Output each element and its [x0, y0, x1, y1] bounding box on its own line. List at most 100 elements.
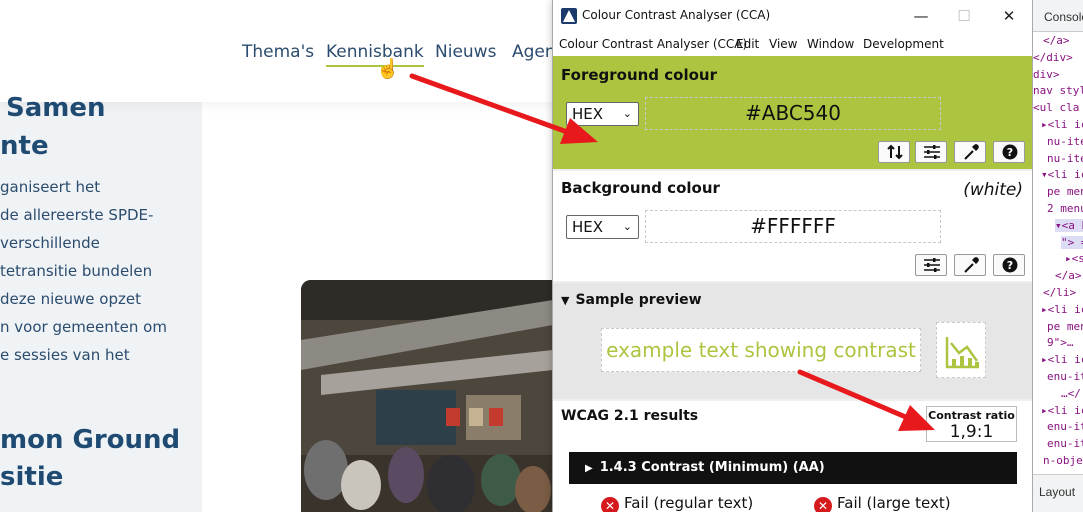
dom-tree-line[interactable]: </div> [1033, 51, 1073, 64]
foreground-panel: Foreground colour HEX ⌄ #ABC540 ? [553, 56, 1032, 169]
dom-tree-line[interactable]: "> = [1061, 235, 1083, 249]
dom-tree-line[interactable]: nav styl [1033, 84, 1083, 97]
dom-tree-line[interactable]: </a> [1055, 269, 1082, 282]
nav-agenda[interactable]: Agen [512, 42, 556, 62]
dom-tree-line[interactable]: enu-it [1047, 420, 1083, 433]
dom-tree-line[interactable]: ▾<a h [1055, 218, 1083, 232]
background-colour-name: (white) [963, 180, 1023, 200]
format-value: HEX [572, 218, 604, 236]
sample-text: example text showing contrast [601, 328, 921, 372]
body-text-line: tetransitie bundelen [0, 262, 153, 280]
dom-tree-line[interactable]: ▸<li ic [1041, 353, 1083, 366]
heading2-line-1: mon Ground [0, 425, 181, 455]
sample-icon-box [936, 322, 986, 378]
fail-icon: ✕ [814, 497, 832, 512]
dom-tree-line[interactable]: enu-it [1047, 437, 1083, 450]
svg-text:?: ? [1007, 259, 1013, 272]
background-title: Background colour [561, 179, 720, 197]
result-regular-label: Fail (regular text) [624, 494, 754, 512]
triangle-right-icon: ▶ [585, 463, 593, 474]
dom-tree-line[interactable]: ▸<li ic [1041, 118, 1083, 131]
foreground-title: Foreground colour [561, 66, 717, 84]
cca-window: Colour Contrast Analyser (CCA) — ☐ ✕ Col… [552, 0, 1033, 512]
devtools-bottom-bar: Layout [1033, 474, 1083, 512]
dom-tree-line[interactable]: pe men [1047, 185, 1083, 198]
sample-preview-title: Sample preview [575, 292, 702, 308]
devtools-tab-bar: Console [1033, 0, 1083, 32]
dom-tree-line[interactable]: nu-ite [1047, 135, 1083, 148]
dom-tree-line[interactable]: 9">… [1047, 336, 1074, 349]
tab-console[interactable]: Console [1044, 10, 1083, 24]
chevron-down-icon: ⌄ [622, 220, 632, 233]
title-bar: Colour Contrast Analyser (CCA) — ☐ ✕ [553, 0, 1032, 32]
body-text-line: deze nieuwe opzet [0, 290, 141, 308]
eyedropper-icon [964, 144, 979, 160]
menu-edit[interactable]: Edit [736, 37, 759, 51]
criterion-1-4-3-toggle[interactable]: ▶ 1.4.3 Contrast (Minimum) (AA) [569, 452, 1017, 484]
hand-cursor-icon: ☝ [376, 59, 400, 80]
body-text-line: n voor gemeenten om [0, 318, 167, 336]
foreground-sliders-button[interactable] [915, 141, 947, 163]
dom-tree-line[interactable]: …</ [1061, 387, 1081, 400]
contrast-ratio-value: 1,9:1 [949, 422, 994, 442]
format-value: HEX [572, 105, 604, 123]
chevron-down-icon: ⌄ [622, 107, 632, 120]
maximize-icon[interactable]: ☐ [949, 5, 979, 27]
background-hex-input[interactable]: #FFFFFF [645, 210, 941, 243]
dom-tree-line[interactable]: ▸<li ic [1041, 404, 1083, 417]
menu-development[interactable]: Development [863, 37, 944, 51]
close-icon[interactable]: ✕ [994, 5, 1024, 27]
help-icon: ? [1002, 257, 1018, 273]
foreground-format-select[interactable]: HEX ⌄ [566, 102, 639, 126]
foreground-help-button[interactable]: ? [993, 141, 1025, 163]
background-sliders-button[interactable] [915, 254, 947, 276]
svg-text:?: ? [1007, 146, 1013, 159]
chart-sample-icon [945, 337, 979, 369]
sample-preview-panel: ▼ Sample preview example text showing con… [553, 283, 1032, 399]
dom-tree-line[interactable]: <ul cla [1033, 101, 1079, 114]
sample-preview-toggle[interactable]: ▼ Sample preview [561, 292, 702, 308]
dom-tree-line[interactable]: ▾<li ic [1041, 168, 1083, 181]
dom-tree-line[interactable]: ▸<li ic [1041, 303, 1083, 316]
help-icon: ? [1002, 144, 1018, 160]
minimize-icon[interactable]: — [906, 5, 936, 27]
dom-tree-line[interactable]: enu-it [1047, 370, 1083, 383]
background-help-button[interactable]: ? [993, 254, 1025, 276]
nav-kennisbank[interactable]: Kennisbank [326, 42, 424, 67]
dom-tree-line[interactable]: 2 menu [1047, 202, 1083, 215]
heading-line-2: nte [0, 131, 49, 161]
sliders-icon [924, 145, 940, 159]
foreground-eyedropper-button[interactable] [954, 141, 986, 163]
nav-nieuws[interactable]: Nieuws [435, 42, 496, 62]
background-panel: Background colour (white) HEX ⌄ #FFFFFF … [553, 171, 1032, 281]
menu-app[interactable]: Colour Contrast Analyser (CCA) [559, 37, 747, 51]
event-photo [301, 280, 553, 512]
body-text-line: e sessies van het [0, 346, 130, 364]
tab-layout[interactable]: Layout [1039, 485, 1075, 499]
fail-icon: ✕ [601, 497, 619, 512]
criterion-label: 1.4.3 Contrast (Minimum) (AA) [599, 460, 825, 475]
heading-line-1: Samen [6, 93, 106, 123]
dom-tree-line[interactable]: pe men [1047, 320, 1083, 333]
dom-tree-line[interactable]: ▸<s [1065, 252, 1083, 265]
result-regular-text: ✕ Fail (regular text) [601, 494, 753, 512]
dom-tree-line[interactable]: nu-ite [1047, 152, 1083, 165]
foreground-hex-input[interactable]: #ABC540 [645, 97, 941, 130]
eyedropper-icon [964, 257, 979, 273]
dom-tree-line[interactable]: n-object- [1043, 454, 1083, 467]
dom-tree-line[interactable]: div> [1033, 68, 1060, 81]
heading2-line-2: sitie [0, 462, 64, 492]
dom-tree-line[interactable]: </a> [1043, 34, 1070, 47]
dom-tree-line[interactable]: </li> [1043, 286, 1076, 299]
menu-window[interactable]: Window [807, 37, 854, 51]
contrast-ratio-box: Contrast ratio 1,9:1 [926, 406, 1017, 442]
contrast-ratio-label: Contrast ratio [928, 409, 1015, 422]
app-logo-icon [561, 8, 577, 24]
nav-themas[interactable]: Thema's [242, 42, 314, 62]
background-format-select[interactable]: HEX ⌄ [566, 215, 639, 239]
swap-colours-button[interactable] [878, 141, 910, 163]
background-eyedropper-button[interactable] [954, 254, 986, 276]
result-large-label: Fail (large text) [837, 494, 951, 512]
body-text-line: de allereerste SPDE- [0, 206, 154, 224]
menu-view[interactable]: View [769, 37, 797, 51]
